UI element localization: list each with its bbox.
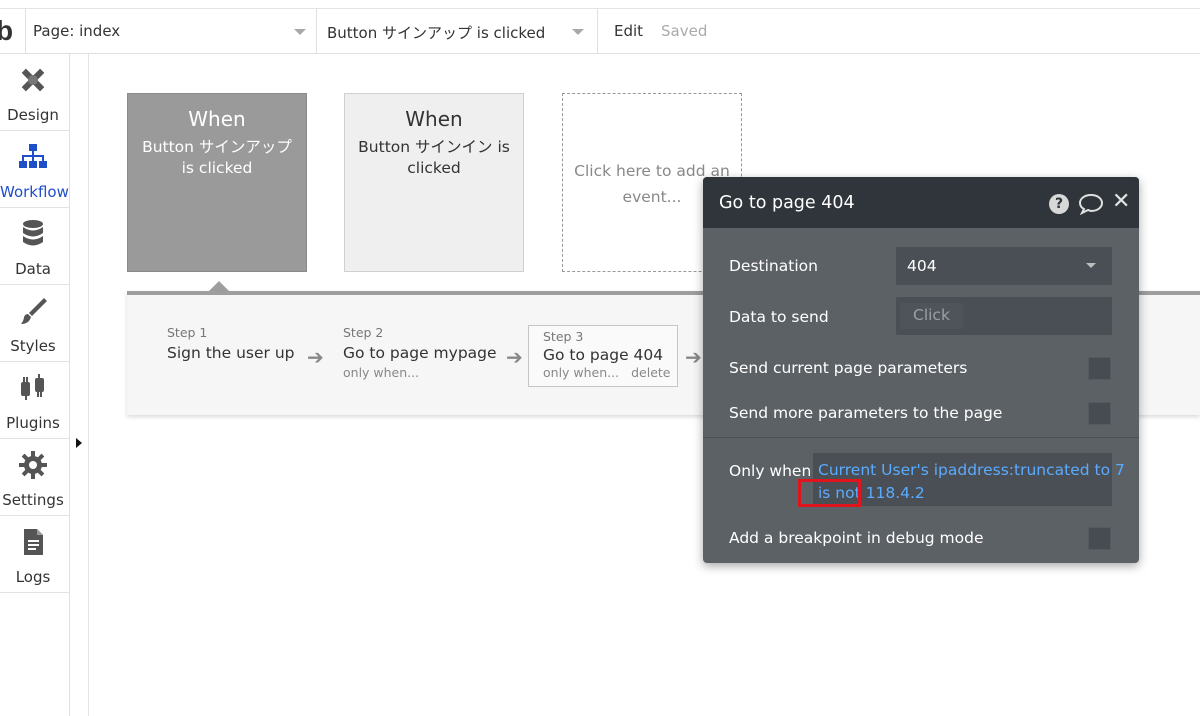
sidebar-item-styles[interactable]: Styles: [0, 285, 70, 362]
sidebar: Design Workflow Data Styles Plugins Sett…: [0, 54, 70, 716]
chevron-down-icon: [294, 29, 306, 35]
sidebar-item-design[interactable]: Design: [0, 54, 70, 131]
close-icon[interactable]: ✕: [1112, 189, 1130, 214]
top-edge: [0, 0, 1200, 9]
data-to-send-placeholder: Click: [900, 303, 963, 329]
sidebar-item-logs[interactable]: Logs: [0, 516, 70, 593]
step-1[interactable]: Step 1 Sign the user up: [167, 325, 295, 387]
breakpoint-label: Add a breakpoint in debug mode: [729, 529, 984, 547]
data-to-send-input[interactable]: Click: [896, 297, 1112, 335]
sidebar-item-label: Styles: [10, 337, 56, 355]
page-select-value: Page: index: [33, 22, 121, 40]
event-card-signin[interactable]: When Button サインイン is clicked: [344, 93, 524, 272]
annotation-highlight-box: [798, 479, 861, 507]
sidebar-item-plugins[interactable]: Plugins: [0, 362, 70, 439]
styles-icon: [21, 298, 47, 324]
step-condition-hint: only when...: [343, 365, 420, 380]
step-number: Step 3: [543, 329, 584, 344]
step-number: Step 1: [167, 325, 208, 340]
step-title: Go to page 404: [543, 346, 664, 364]
step-number: Step 2: [343, 325, 384, 340]
sidebar-item-label: Data: [15, 260, 51, 278]
send-current-params-checkbox[interactable]: [1088, 357, 1111, 380]
workflow-icon: [19, 144, 47, 168]
saved-status: Saved: [661, 22, 708, 40]
send-current-params-label: Send current page parameters: [729, 359, 968, 377]
design-icon: [21, 68, 45, 92]
arrow-right-icon: ➔: [307, 345, 324, 369]
sidebar-item-label: Logs: [15, 568, 51, 586]
step-condition-hint: only when... delete: [543, 365, 677, 380]
chevron-down-icon: [572, 29, 584, 35]
sidebar-item-label: Workflow: [0, 183, 69, 201]
sidebar-item-workflow[interactable]: Workflow: [0, 131, 70, 208]
event-when-label: When: [188, 107, 246, 131]
plugins-icon: [21, 374, 44, 400]
event-select-value: Button サインアップ is clicked: [327, 24, 546, 42]
top-bar: b Page: index Button サインアップ is clicked E…: [0, 9, 1200, 54]
help-icon[interactable]: ?: [1049, 194, 1069, 214]
arrow-right-icon: ➔: [506, 345, 523, 369]
delete-step-link[interactable]: delete: [631, 365, 670, 380]
sidebar-item-label: Design: [7, 106, 59, 124]
event-trigger-text: Button サインアップ is clicked: [142, 138, 292, 177]
panel-header: Go to page 404 ? ✕: [703, 177, 1139, 228]
edit-menu[interactable]: Edit: [614, 22, 643, 40]
data-icon: [23, 220, 43, 246]
only-when-label: Only when: [729, 462, 812, 480]
bubble-logo[interactable]: b: [0, 15, 13, 47]
step-title: Go to page mypage: [343, 344, 497, 362]
destination-label: Destination: [729, 257, 818, 275]
send-more-params-label: Send more parameters to the page: [729, 404, 1003, 422]
sidebar-item-label: Plugins: [6, 414, 60, 432]
panel-divider: [703, 437, 1139, 438]
canvas-divider: [88, 54, 89, 716]
sidebar-item-data[interactable]: Data: [0, 208, 70, 285]
event-card-signup[interactable]: When Button サインアップ is clicked: [127, 93, 307, 272]
action-property-panel: Go to page 404 ? ✕ Destination 404 Data …: [703, 177, 1139, 563]
comment-icon[interactable]: [1078, 193, 1104, 215]
step-title: Sign the user up: [167, 344, 295, 362]
event-trigger-text: Button サインイン is clicked: [358, 138, 510, 177]
event-select[interactable]: Button サインアップ is clicked: [317, 9, 598, 54]
page-select[interactable]: Page: index: [25, 9, 317, 54]
sidebar-expand-arrow-icon[interactable]: [76, 438, 82, 448]
destination-select[interactable]: 404: [896, 247, 1112, 285]
arrow-right-icon: ➔: [685, 345, 702, 369]
data-to-send-label: Data to send: [729, 308, 829, 326]
send-more-params-checkbox[interactable]: [1088, 402, 1111, 425]
logs-icon: [24, 529, 43, 555]
breakpoint-checkbox[interactable]: [1088, 527, 1111, 550]
event-when-label: When: [405, 107, 463, 131]
step-3[interactable]: Step 3 Go to page 404 only when... delete: [528, 325, 678, 387]
settings-icon: [19, 451, 47, 479]
sidebar-item-settings[interactable]: Settings: [0, 439, 70, 516]
sidebar-item-label: Settings: [2, 491, 64, 509]
condition-expression-line1[interactable]: Current User's ipaddress:truncated to 7: [818, 461, 1125, 479]
chevron-down-icon: [1086, 263, 1096, 268]
destination-value: 404: [907, 257, 937, 275]
step-2[interactable]: Step 2 Go to page mypage only when...: [343, 325, 497, 387]
panel-title: Go to page 404: [719, 193, 855, 213]
step-only-when: only when...: [543, 365, 620, 380]
